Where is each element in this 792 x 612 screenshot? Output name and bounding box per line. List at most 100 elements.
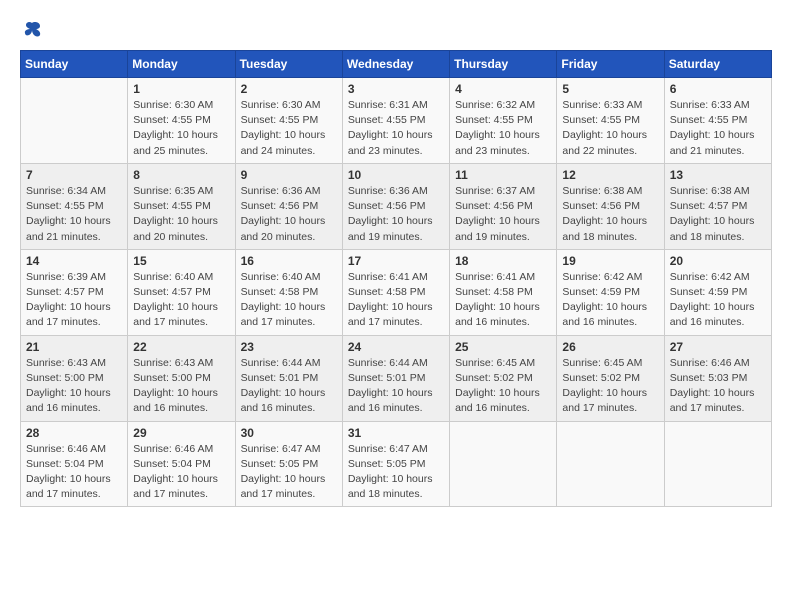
calendar-cell: 4 Sunrise: 6:32 AM Sunset: 4:55 PM Daylig…: [450, 78, 557, 164]
day-info: Sunrise: 6:39 AM Sunset: 4:57 PM Dayligh…: [26, 270, 122, 331]
day-number: 10: [348, 168, 444, 182]
day-info: Sunrise: 6:30 AM Sunset: 4:55 PM Dayligh…: [133, 98, 229, 159]
column-header-monday: Monday: [128, 51, 235, 78]
day-number: 1: [133, 82, 229, 96]
calendar-cell: 19Sunrise: 6:42 AM Sunset: 4:59 PM Dayli…: [557, 249, 664, 335]
day-info: Sunrise: 6:42 AM Sunset: 4:59 PM Dayligh…: [562, 270, 658, 331]
day-info: Sunrise: 6:41 AM Sunset: 4:58 PM Dayligh…: [455, 270, 551, 331]
column-header-sunday: Sunday: [21, 51, 128, 78]
calendar-cell: [664, 421, 771, 507]
calendar-cell: 13 Sunrise: 6:38 AM Sunset: 4:57 PM Dayli…: [664, 163, 771, 249]
column-header-saturday: Saturday: [664, 51, 771, 78]
calendar-cell: 17 Sunrise: 6:41 AM Sunset: 4:58 PM Dayli…: [342, 249, 449, 335]
day-number: 26: [562, 340, 658, 354]
day-info: Sunrise: 6:32 AM Sunset: 4:55 PM Dayligh…: [455, 98, 551, 159]
day-info: Sunrise: 6:36 AM Sunset: 4:56 PM Dayligh…: [348, 184, 444, 245]
day-number: 7: [26, 168, 122, 182]
day-number: 8: [133, 168, 229, 182]
calendar-cell: [21, 78, 128, 164]
day-info: Sunrise: 6:46 AM Sunset: 5:04 PM Dayligh…: [133, 442, 229, 503]
day-number: 20: [670, 254, 766, 268]
day-info: Sunrise: 6:40 AM Sunset: 4:58 PM Dayligh…: [241, 270, 337, 331]
column-header-friday: Friday: [557, 51, 664, 78]
day-info: Sunrise: 6:46 AM Sunset: 5:03 PM Dayligh…: [670, 356, 766, 417]
calendar-week-row: 1 Sunrise: 6:30 AM Sunset: 4:55 PM Daylig…: [21, 78, 772, 164]
calendar-cell: 10 Sunrise: 6:36 AM Sunset: 4:56 PM Dayli…: [342, 163, 449, 249]
calendar-cell: 31 Sunrise: 6:47 AM Sunset: 5:05 PM Dayli…: [342, 421, 449, 507]
calendar-cell: 24 Sunrise: 6:44 AM Sunset: 5:01 PM Dayli…: [342, 335, 449, 421]
calendar-week-row: 7 Sunrise: 6:34 AM Sunset: 4:55 PM Daylig…: [21, 163, 772, 249]
calendar-header-row: SundayMondayTuesdayWednesdayThursdayFrid…: [21, 51, 772, 78]
day-info: Sunrise: 6:34 AM Sunset: 4:55 PM Dayligh…: [26, 184, 122, 245]
logo-bird-icon: [22, 20, 42, 40]
day-number: 31: [348, 426, 444, 440]
day-number: 16: [241, 254, 337, 268]
day-info: Sunrise: 6:33 AM Sunset: 4:55 PM Dayligh…: [562, 98, 658, 159]
calendar-week-row: 14 Sunrise: 6:39 AM Sunset: 4:57 PM Dayli…: [21, 249, 772, 335]
day-number: 11: [455, 168, 551, 182]
day-info: Sunrise: 6:44 AM Sunset: 5:01 PM Dayligh…: [241, 356, 337, 417]
day-info: Sunrise: 6:42 AM Sunset: 4:59 PM Dayligh…: [670, 270, 766, 331]
day-number: 9: [241, 168, 337, 182]
calendar-cell: 5 Sunrise: 6:33 AM Sunset: 4:55 PM Daylig…: [557, 78, 664, 164]
calendar-cell: 11 Sunrise: 6:37 AM Sunset: 4:56 PM Dayli…: [450, 163, 557, 249]
day-info: Sunrise: 6:44 AM Sunset: 5:01 PM Dayligh…: [348, 356, 444, 417]
day-info: Sunrise: 6:43 AM Sunset: 5:00 PM Dayligh…: [26, 356, 122, 417]
calendar-cell: 14 Sunrise: 6:39 AM Sunset: 4:57 PM Dayli…: [21, 249, 128, 335]
logo: [20, 20, 42, 40]
day-number: 2: [241, 82, 337, 96]
calendar-cell: 23 Sunrise: 6:44 AM Sunset: 5:01 PM Dayli…: [235, 335, 342, 421]
calendar-cell: 20 Sunrise: 6:42 AM Sunset: 4:59 PM Dayli…: [664, 249, 771, 335]
calendar-cell: 28 Sunrise: 6:46 AM Sunset: 5:04 PM Dayli…: [21, 421, 128, 507]
day-info: Sunrise: 6:33 AM Sunset: 4:55 PM Dayligh…: [670, 98, 766, 159]
day-info: Sunrise: 6:45 AM Sunset: 5:02 PM Dayligh…: [562, 356, 658, 417]
calendar-cell: 15 Sunrise: 6:40 AM Sunset: 4:57 PM Dayli…: [128, 249, 235, 335]
calendar-cell: 30 Sunrise: 6:47 AM Sunset: 5:05 PM Dayli…: [235, 421, 342, 507]
day-info: Sunrise: 6:38 AM Sunset: 4:57 PM Dayligh…: [670, 184, 766, 245]
day-info: Sunrise: 6:38 AM Sunset: 4:56 PM Dayligh…: [562, 184, 658, 245]
calendar-cell: 2Sunrise: 6:30 AM Sunset: 4:55 PM Daylig…: [235, 78, 342, 164]
day-info: Sunrise: 6:41 AM Sunset: 4:58 PM Dayligh…: [348, 270, 444, 331]
day-number: 5: [562, 82, 658, 96]
day-info: Sunrise: 6:47 AM Sunset: 5:05 PM Dayligh…: [241, 442, 337, 503]
calendar-cell: 3 Sunrise: 6:31 AM Sunset: 4:55 PM Daylig…: [342, 78, 449, 164]
day-info: Sunrise: 6:31 AM Sunset: 4:55 PM Dayligh…: [348, 98, 444, 159]
calendar-week-row: 28 Sunrise: 6:46 AM Sunset: 5:04 PM Dayli…: [21, 421, 772, 507]
calendar-cell: 1 Sunrise: 6:30 AM Sunset: 4:55 PM Daylig…: [128, 78, 235, 164]
day-info: Sunrise: 6:47 AM Sunset: 5:05 PM Dayligh…: [348, 442, 444, 503]
day-number: 28: [26, 426, 122, 440]
day-number: 14: [26, 254, 122, 268]
day-info: Sunrise: 6:37 AM Sunset: 4:56 PM Dayligh…: [455, 184, 551, 245]
day-info: Sunrise: 6:46 AM Sunset: 5:04 PM Dayligh…: [26, 442, 122, 503]
day-number: 15: [133, 254, 229, 268]
column-header-wednesday: Wednesday: [342, 51, 449, 78]
day-number: 25: [455, 340, 551, 354]
day-number: 23: [241, 340, 337, 354]
calendar-cell: 8 Sunrise: 6:35 AM Sunset: 4:55 PM Daylig…: [128, 163, 235, 249]
day-info: Sunrise: 6:40 AM Sunset: 4:57 PM Dayligh…: [133, 270, 229, 331]
day-number: 13: [670, 168, 766, 182]
day-number: 3: [348, 82, 444, 96]
page-header: [20, 20, 772, 40]
calendar-cell: 7 Sunrise: 6:34 AM Sunset: 4:55 PM Daylig…: [21, 163, 128, 249]
day-info: Sunrise: 6:36 AM Sunset: 4:56 PM Dayligh…: [241, 184, 337, 245]
column-header-tuesday: Tuesday: [235, 51, 342, 78]
calendar-table: SundayMondayTuesdayWednesdayThursdayFrid…: [20, 50, 772, 507]
day-number: 4: [455, 82, 551, 96]
day-info: Sunrise: 6:43 AM Sunset: 5:00 PM Dayligh…: [133, 356, 229, 417]
calendar-cell: [450, 421, 557, 507]
column-header-thursday: Thursday: [450, 51, 557, 78]
day-info: Sunrise: 6:45 AM Sunset: 5:02 PM Dayligh…: [455, 356, 551, 417]
calendar-cell: 26 Sunrise: 6:45 AM Sunset: 5:02 PM Dayli…: [557, 335, 664, 421]
calendar-cell: 16 Sunrise: 6:40 AM Sunset: 4:58 PM Dayli…: [235, 249, 342, 335]
day-number: 17: [348, 254, 444, 268]
calendar-week-row: 21Sunrise: 6:43 AM Sunset: 5:00 PM Dayli…: [21, 335, 772, 421]
day-number: 30: [241, 426, 337, 440]
day-number: 6: [670, 82, 766, 96]
day-number: 18: [455, 254, 551, 268]
calendar-cell: 25 Sunrise: 6:45 AM Sunset: 5:02 PM Dayli…: [450, 335, 557, 421]
day-number: 12: [562, 168, 658, 182]
day-info: Sunrise: 6:35 AM Sunset: 4:55 PM Dayligh…: [133, 184, 229, 245]
calendar-cell: 6 Sunrise: 6:33 AM Sunset: 4:55 PM Daylig…: [664, 78, 771, 164]
day-number: 24: [348, 340, 444, 354]
